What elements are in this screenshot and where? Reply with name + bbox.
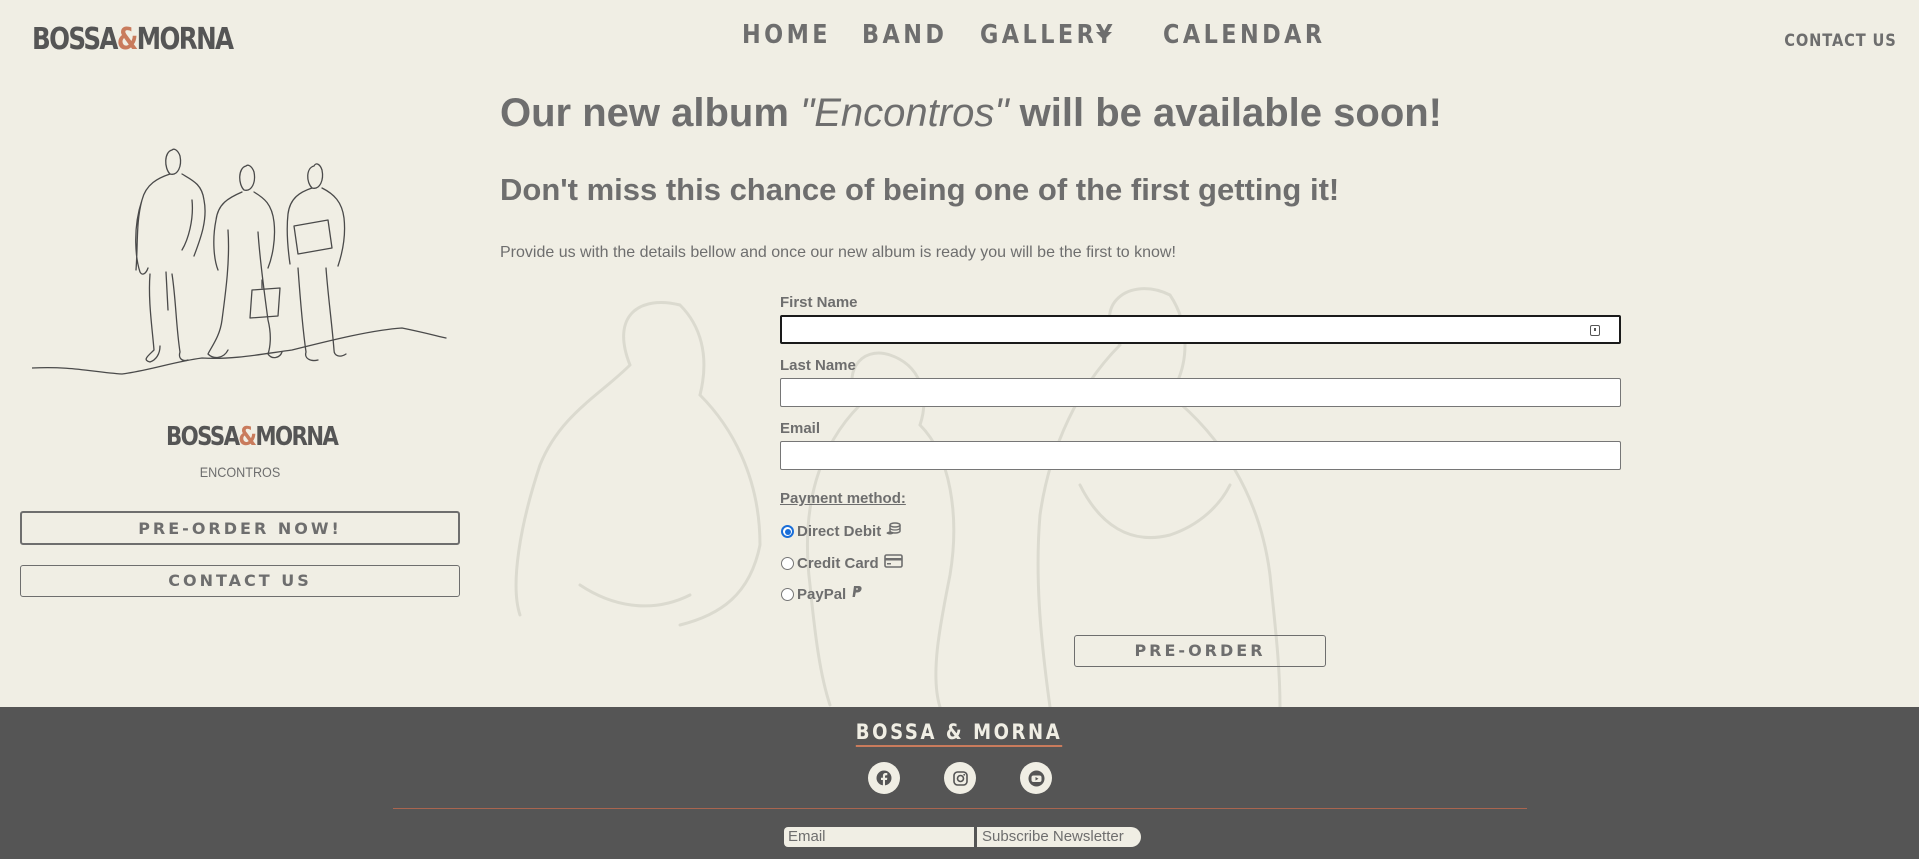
autofill-contact-icon[interactable] [1590, 325, 1600, 336]
preorder-now-button[interactable]: PRE-ORDER NOW! [20, 511, 460, 545]
last-name-field[interactable] [780, 378, 1621, 407]
credit-card-radio[interactable] [781, 556, 794, 570]
nav-calendar[interactable]: CALENDAR [1163, 20, 1352, 50]
payment-option-direct-debit[interactable]: Direct Debit [780, 522, 1621, 541]
subscribe-newsletter-button[interactable]: Subscribe Newsletter [977, 827, 1141, 847]
album-name: "Encontros" [800, 91, 1009, 135]
instagram-icon[interactable] [944, 762, 976, 794]
social-links [868, 762, 1052, 794]
facebook-icon[interactable] [868, 762, 900, 794]
paypal-radio[interactable] [781, 587, 794, 601]
nav-gallery[interactable]: GALLERY [980, 20, 1138, 50]
last-name-label: Last Name [780, 357, 856, 374]
payment-method-title: Payment method: [780, 490, 906, 507]
newsletter-email-input[interactable]: Email [784, 827, 974, 847]
chevron-down-icon[interactable] [1096, 32, 1112, 40]
page-heading: Our new album "Encontros" will be availa… [500, 91, 1443, 135]
payment-option-paypal[interactable]: PayPal [780, 585, 1621, 603]
page-subheading: Don't miss this chance of being one of t… [500, 172, 1340, 207]
coins-icon [886, 522, 902, 541]
page: BOSSA&MORNA HOME BAND GALLERY CALENDAR C… [0, 0, 1919, 707]
sidebar-logo: BOSSA&MORNA [166, 422, 339, 452]
payment-option-credit-card[interactable]: Credit Card [780, 554, 1621, 572]
email-label: Email [780, 420, 821, 437]
nav-band[interactable]: BAND [862, 20, 961, 50]
direct-debit-radio[interactable] [781, 525, 794, 538]
first-name-label: First Name [780, 294, 858, 311]
credit-card-icon [883, 554, 903, 572]
paypal-icon [851, 585, 863, 603]
contact-us-button[interactable]: CONTACT US [20, 565, 460, 597]
youtube-icon[interactable] [1020, 762, 1052, 794]
first-name-field[interactable] [780, 315, 1621, 344]
footer-divider [393, 808, 1527, 809]
lead-text: Provide us with the details bellow and o… [500, 244, 1176, 261]
album-subtitle: ENCONTROS [199, 464, 281, 480]
preorder-form: First Name Last Name Email Payment metho… [780, 294, 1621, 603]
nav-contact-us[interactable]: CONTACT US [1785, 31, 1897, 51]
footer: BOSSA & MORNA Email Subscribe Newsletter [0, 707, 1919, 859]
band-illustration [32, 148, 447, 375]
nav-home[interactable]: HOME [742, 20, 846, 50]
brand-logo[interactable]: BOSSA&MORNA [32, 22, 234, 57]
email-field[interactable] [780, 441, 1621, 470]
footer-brand-link[interactable]: BOSSA & MORNA [856, 720, 1063, 747]
preorder-submit-button[interactable]: PRE-ORDER [1074, 635, 1326, 667]
